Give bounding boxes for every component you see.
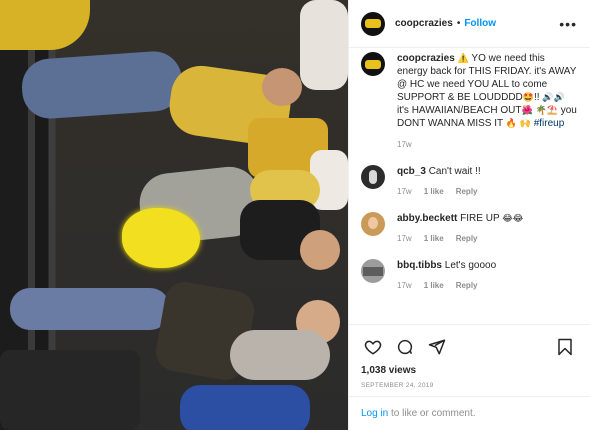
comment-text: FIRE UP bbox=[460, 213, 500, 224]
fire-emoji-icon: 🔥 bbox=[505, 118, 517, 128]
speaker-emoji-icon: 🔊 bbox=[553, 92, 565, 102]
laughing-emoji-icon: 😂😂 bbox=[502, 213, 524, 223]
reply-button[interactable]: Reply bbox=[456, 234, 478, 243]
crowd-figure bbox=[300, 0, 348, 90]
hibiscus-emoji-icon: 🌺 bbox=[521, 105, 533, 115]
logo-icon bbox=[365, 59, 381, 69]
palm-tree-emoji-icon: 🌴 bbox=[535, 105, 547, 115]
save-bookmark-icon[interactable] bbox=[553, 335, 577, 359]
comment-likes[interactable]: 1 like bbox=[424, 281, 444, 290]
comment-time[interactable]: 17w bbox=[397, 187, 412, 196]
post-actions: 1,038 views SEPTEMBER 24, 2019 bbox=[349, 324, 590, 389]
speaker-emoji-icon: 🔊 bbox=[542, 92, 554, 102]
caption-time[interactable]: 17w bbox=[397, 140, 577, 149]
login-prompt: Log in to like or comment. bbox=[349, 396, 590, 430]
crowd-figure bbox=[230, 330, 330, 380]
header-username[interactable]: coopcrazies bbox=[395, 18, 453, 29]
warning-emoji-icon: ⚠️ bbox=[457, 53, 469, 63]
comment-bubble-icon[interactable] bbox=[393, 335, 417, 359]
excited-emoji-icon: 🤩 bbox=[522, 92, 534, 102]
profile-avatar[interactable] bbox=[361, 11, 385, 36]
crowd-figure bbox=[0, 350, 140, 430]
post-caption: coopcrazies ⚠️ YO we need this energy ba… bbox=[361, 48, 577, 149]
like-heart-icon[interactable] bbox=[361, 335, 385, 359]
crowd-figure bbox=[10, 288, 170, 330]
caption-avatar[interactable] bbox=[361, 52, 385, 76]
logo-icon bbox=[365, 19, 381, 28]
comment-username[interactable]: bbq.tibbs bbox=[397, 260, 442, 271]
commenter-avatar[interactable] bbox=[361, 165, 385, 189]
post-video[interactable] bbox=[0, 0, 348, 430]
comment-time[interactable]: 17w bbox=[397, 234, 412, 243]
reply-button[interactable]: Reply bbox=[456, 281, 478, 290]
login-link[interactable]: Log in bbox=[361, 408, 388, 419]
post-sidebar: coopcrazies • Follow ••• coopcrazies ⚠️ … bbox=[348, 0, 590, 430]
raised-hands-emoji-icon: 🙌 bbox=[519, 118, 531, 128]
hashtag-link[interactable]: #fireup bbox=[534, 118, 565, 129]
comment-item: abby.beckett FIRE UP 😂😂 17w 1 like Reply bbox=[361, 212, 577, 243]
post-header: coopcrazies • Follow ••• bbox=[349, 0, 590, 48]
reply-button[interactable]: Reply bbox=[456, 187, 478, 196]
comment-item: bbq.tibbs Let's goooo 17w 1 like Reply bbox=[361, 259, 577, 290]
crowd-figure bbox=[262, 68, 302, 106]
post-date[interactable]: SEPTEMBER 24, 2019 bbox=[361, 382, 577, 389]
comment-text: Let's goooo bbox=[444, 260, 497, 271]
caption-text: it's HAWAIIAN/BEACH OUT bbox=[397, 105, 522, 116]
view-count[interactable]: 1,038 views bbox=[361, 365, 577, 376]
follow-button[interactable]: Follow bbox=[464, 18, 496, 29]
caption-text: !! bbox=[534, 92, 540, 103]
comment-username[interactable]: abby.beckett bbox=[397, 213, 457, 224]
login-prompt-text: to like or comment. bbox=[388, 408, 476, 419]
caption-username[interactable]: coopcrazies bbox=[397, 53, 455, 64]
crowd-figure bbox=[20, 49, 184, 121]
comments-section[interactable]: coopcrazies ⚠️ YO we need this energy ba… bbox=[349, 48, 590, 324]
crowd-figure bbox=[300, 230, 340, 270]
pom-pom bbox=[122, 208, 200, 268]
comment-username[interactable]: qcb_3 bbox=[397, 166, 426, 177]
beach-umbrella-emoji-icon: ⛱️ bbox=[546, 105, 558, 115]
instagram-post: coopcrazies • Follow ••• coopcrazies ⚠️ … bbox=[0, 0, 590, 430]
comment-time[interactable]: 17w bbox=[397, 281, 412, 290]
comment-text: Can't wait !! bbox=[428, 166, 481, 177]
comment-likes[interactable]: 1 like bbox=[424, 234, 444, 243]
commenter-avatar[interactable] bbox=[361, 259, 385, 283]
share-send-icon[interactable] bbox=[425, 335, 449, 359]
comment-item: qcb_3 Can't wait !! 17w 1 like Reply bbox=[361, 165, 577, 196]
crowd-figure bbox=[180, 385, 310, 430]
commenter-avatar[interactable] bbox=[361, 212, 385, 236]
comment-likes[interactable]: 1 like bbox=[424, 187, 444, 196]
more-options-icon[interactable]: ••• bbox=[559, 17, 577, 31]
separator-dot: • bbox=[456, 18, 461, 29]
